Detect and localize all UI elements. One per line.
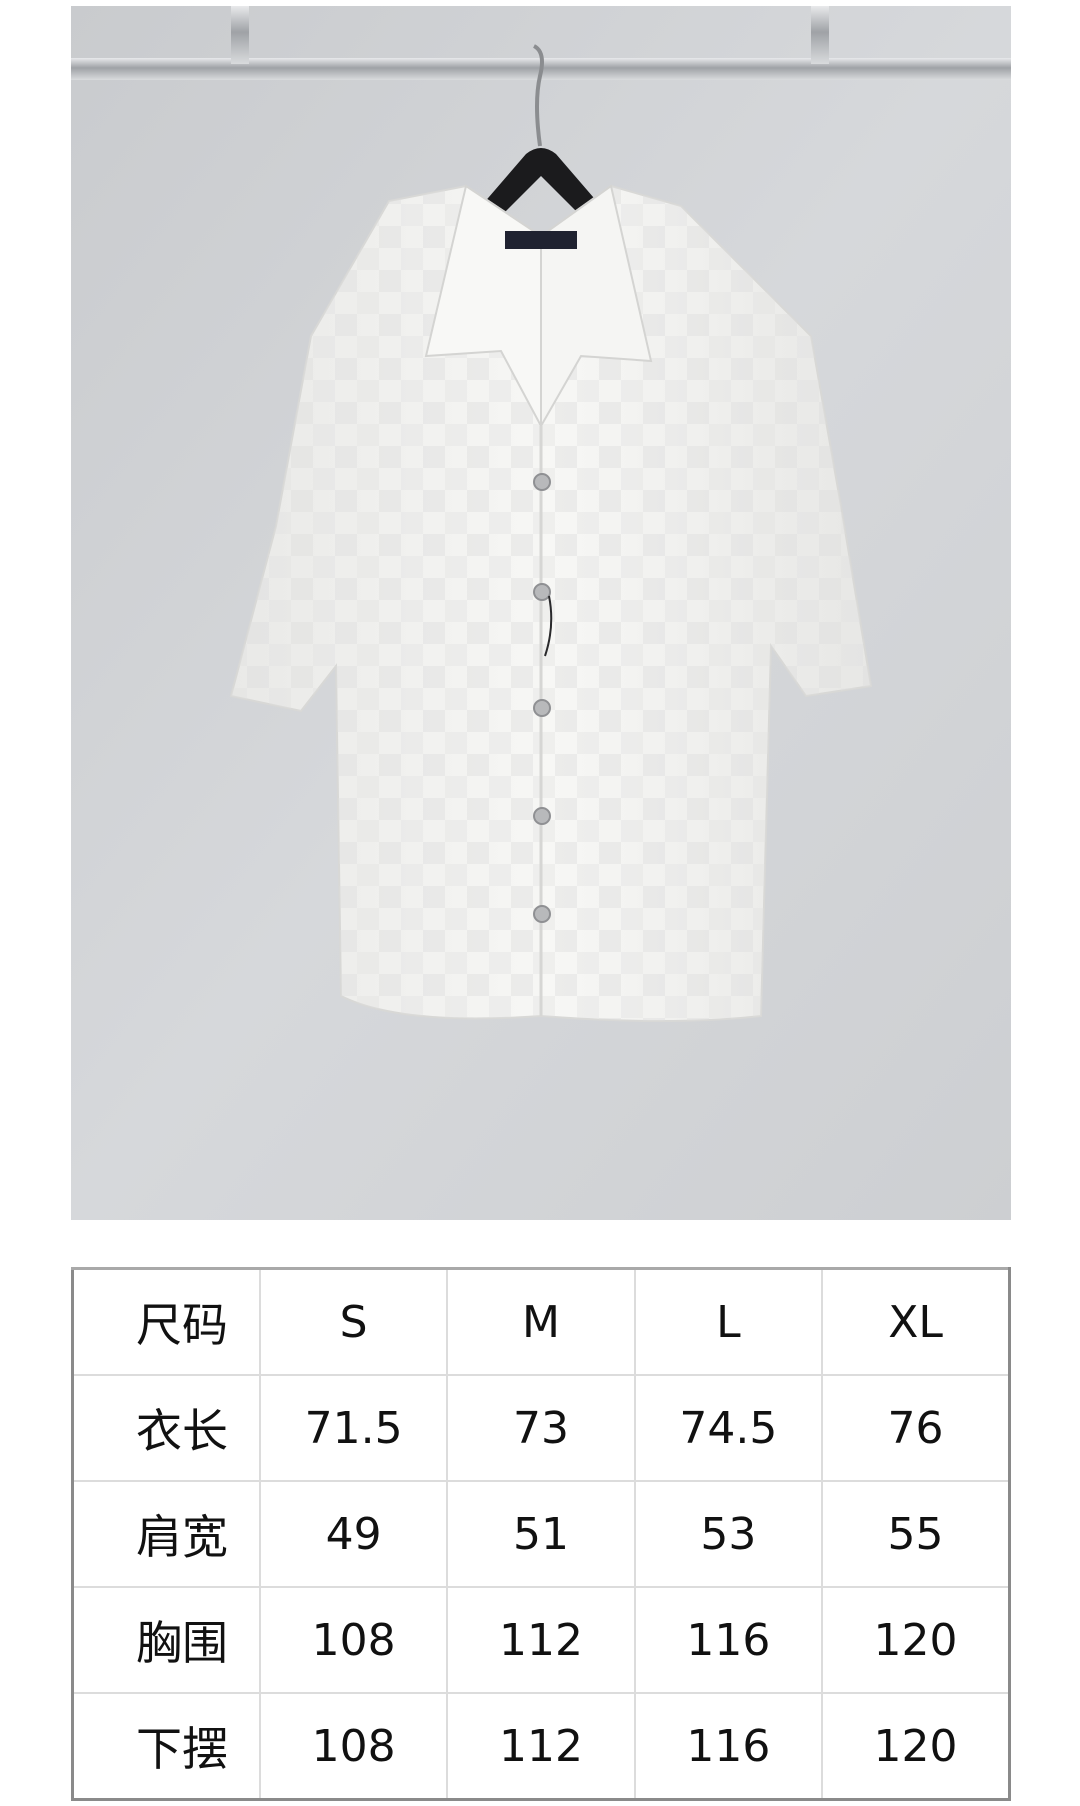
table-cell: 55 <box>821 1480 1012 1588</box>
row-label: 肩宽 <box>70 1480 261 1588</box>
size-chart-table: 尺码 S M L XL 衣长 71.5 73 74.5 76 肩宽 49 51 … <box>70 1267 1012 1801</box>
table-row: 肩宽 49 51 53 55 <box>70 1480 1012 1588</box>
table-cell: 112 <box>446 1692 636 1801</box>
table-cell: 49 <box>258 1480 449 1588</box>
size-l: L <box>633 1267 824 1376</box>
table-cell: 112 <box>446 1586 636 1694</box>
size-m: M <box>446 1267 636 1376</box>
row-label: 下摆 <box>70 1692 261 1801</box>
table-cell: 73 <box>446 1374 636 1482</box>
table-cell: 51 <box>446 1480 636 1588</box>
table-cell: 116 <box>633 1586 824 1694</box>
table-cell: 108 <box>258 1692 449 1801</box>
table-row: 下摆 108 112 116 120 <box>70 1692 1012 1801</box>
table-cell: 76 <box>821 1374 1012 1482</box>
product-photo <box>71 6 1011 1220</box>
row-label: 胸围 <box>70 1586 261 1694</box>
size-header-row: 尺码 S M L XL <box>70 1267 1012 1376</box>
table-cell: 108 <box>258 1586 449 1694</box>
table-cell: 120 <box>821 1692 1012 1801</box>
row-label: 衣长 <box>70 1374 261 1482</box>
table-row: 胸围 108 112 116 120 <box>70 1586 1012 1694</box>
size-s: S <box>258 1267 449 1376</box>
table-cell: 74.5 <box>633 1374 824 1482</box>
table-row: 衣长 71.5 73 74.5 76 <box>70 1374 1012 1482</box>
size-header-label: 尺码 <box>70 1267 261 1376</box>
table-cell: 120 <box>821 1586 1012 1694</box>
table-cell: 53 <box>633 1480 824 1588</box>
table-cell: 71.5 <box>258 1374 449 1482</box>
table-cell: 116 <box>633 1692 824 1801</box>
size-xl: XL <box>821 1267 1012 1376</box>
